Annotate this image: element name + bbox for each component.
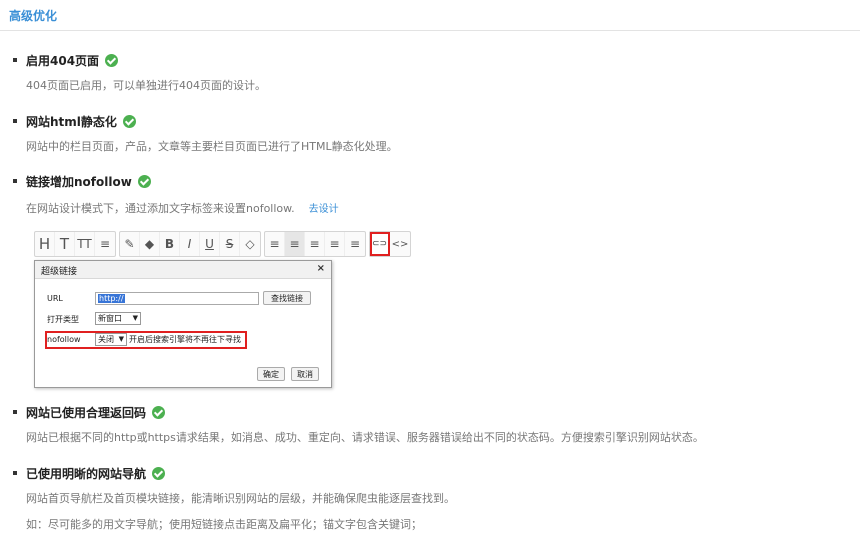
header-divider — [0, 30, 860, 31]
align-right-button[interactable]: ≡ — [305, 232, 325, 256]
dialog-title: 超级链接 — [41, 267, 78, 277]
fill-color-icon[interactable]: ◆ — [140, 232, 160, 256]
bold-button[interactable]: B — [160, 232, 180, 256]
nofollow-hint: 开启后搜索引擎将不再往下寻找 — [129, 335, 241, 344]
bullet — [13, 471, 17, 475]
align-center-button[interactable]: ≡ — [285, 232, 305, 256]
nofollow-select[interactable]: 关闭 ▼ — [95, 333, 127, 346]
align-left-button[interactable]: ≡ — [265, 232, 285, 256]
open-type-value: 新窗口 — [98, 314, 122, 323]
url-value: http:// — [98, 294, 125, 303]
toolbar-group-heading: H T TT ≡ — [34, 231, 116, 257]
section-desc: 网站首页导航栏及首页模块链接，能清晰识别网站的层级，并能确保爬虫能逐层查找到。 — [26, 492, 455, 505]
section-desc: 在网站设计模式下，通过添加文字标签来设置nofollow. — [26, 202, 295, 215]
ok-button[interactable]: 确定 — [257, 367, 285, 381]
text-button[interactable]: T — [55, 232, 75, 256]
url-input[interactable]: http:// — [95, 292, 259, 305]
check-icon — [122, 115, 136, 128]
toolbar-group-link: ⊂⊃ <> — [369, 231, 411, 257]
link-icon[interactable]: ⊂⊃ — [370, 232, 390, 256]
check-icon — [137, 175, 151, 188]
cancel-button[interactable]: 取消 — [291, 367, 319, 381]
bullet — [13, 179, 17, 183]
nofollow-label: nofollow — [47, 335, 81, 344]
chevron-down-icon: ▼ — [132, 314, 138, 322]
outdent-button[interactable]: ≡ — [345, 232, 365, 256]
section-desc: 网站中的栏目页面，产品，文章等主要栏目页面已进行了HTML静态化处理。 — [26, 140, 398, 153]
hyperlink-dialog: 超级链接 × URL http:// 查找链接 打开类型 新窗口 ▼ nofoll… — [34, 260, 332, 388]
code-icon[interactable]: <> — [390, 232, 410, 256]
chevron-down-icon: ▼ — [118, 335, 124, 343]
bullet — [13, 410, 17, 414]
check-icon — [152, 467, 166, 480]
toolbar-group-format: ✎ ◆ B I U S ◇ — [119, 231, 261, 257]
indent-button[interactable]: ≡ — [325, 232, 345, 256]
italic-button[interactable]: I — [180, 232, 200, 256]
section-desc: 网站已根据不同的http或https请求结果，如消息、成功、重定向、请求错误、服… — [26, 431, 704, 444]
open-type-label: 打开类型 — [47, 315, 79, 324]
heading-button[interactable]: H — [35, 232, 55, 256]
close-icon[interactable]: × — [317, 263, 325, 274]
check-icon — [152, 406, 166, 419]
font-size-button[interactable]: TT — [75, 232, 95, 256]
nofollow-value: 关闭 — [98, 335, 114, 344]
strikethrough-button[interactable]: S — [220, 232, 240, 256]
section-title: 链接增加nofollow — [26, 175, 132, 189]
open-type-select[interactable]: 新窗口 ▼ — [95, 312, 141, 325]
section-title: 启用404页面 — [26, 54, 100, 68]
underline-button[interactable]: U — [200, 232, 220, 256]
line-height-button[interactable]: ≡ — [95, 232, 115, 256]
page-title: 高级优化 — [9, 9, 58, 23]
dialog-header: 超级链接 × — [35, 261, 331, 279]
editor-toolbar: H T TT ≡ ✎ ◆ B I U S ◇ ≡ ≡ ≡ ≡ ≡ ⊂⊃ <> — [34, 231, 414, 257]
section-title: 网站已使用合理返回码 — [26, 406, 147, 420]
bullet — [13, 119, 17, 123]
section-desc-example: 如：尽可能多的用文字导航；使用短链接点击距离及扁平化；锚文字包含关键词； — [26, 518, 422, 531]
pencil-icon[interactable]: ✎ — [120, 232, 140, 256]
toolbar-group-align: ≡ ≡ ≡ ≡ ≡ — [264, 231, 366, 257]
find-link-button[interactable]: 查找链接 — [263, 291, 311, 305]
url-label: URL — [47, 294, 63, 303]
check-icon — [105, 54, 119, 67]
go-design-link[interactable]: 去设计 — [309, 204, 339, 215]
section-title: 网站html静态化 — [26, 115, 117, 129]
section-desc: 404页面已启用，可以单独进行404页面的设计。 — [26, 79, 266, 92]
bullet — [13, 58, 17, 62]
eraser-icon[interactable]: ◇ — [240, 232, 260, 256]
section-title: 已使用明晰的网站导航 — [26, 467, 147, 481]
